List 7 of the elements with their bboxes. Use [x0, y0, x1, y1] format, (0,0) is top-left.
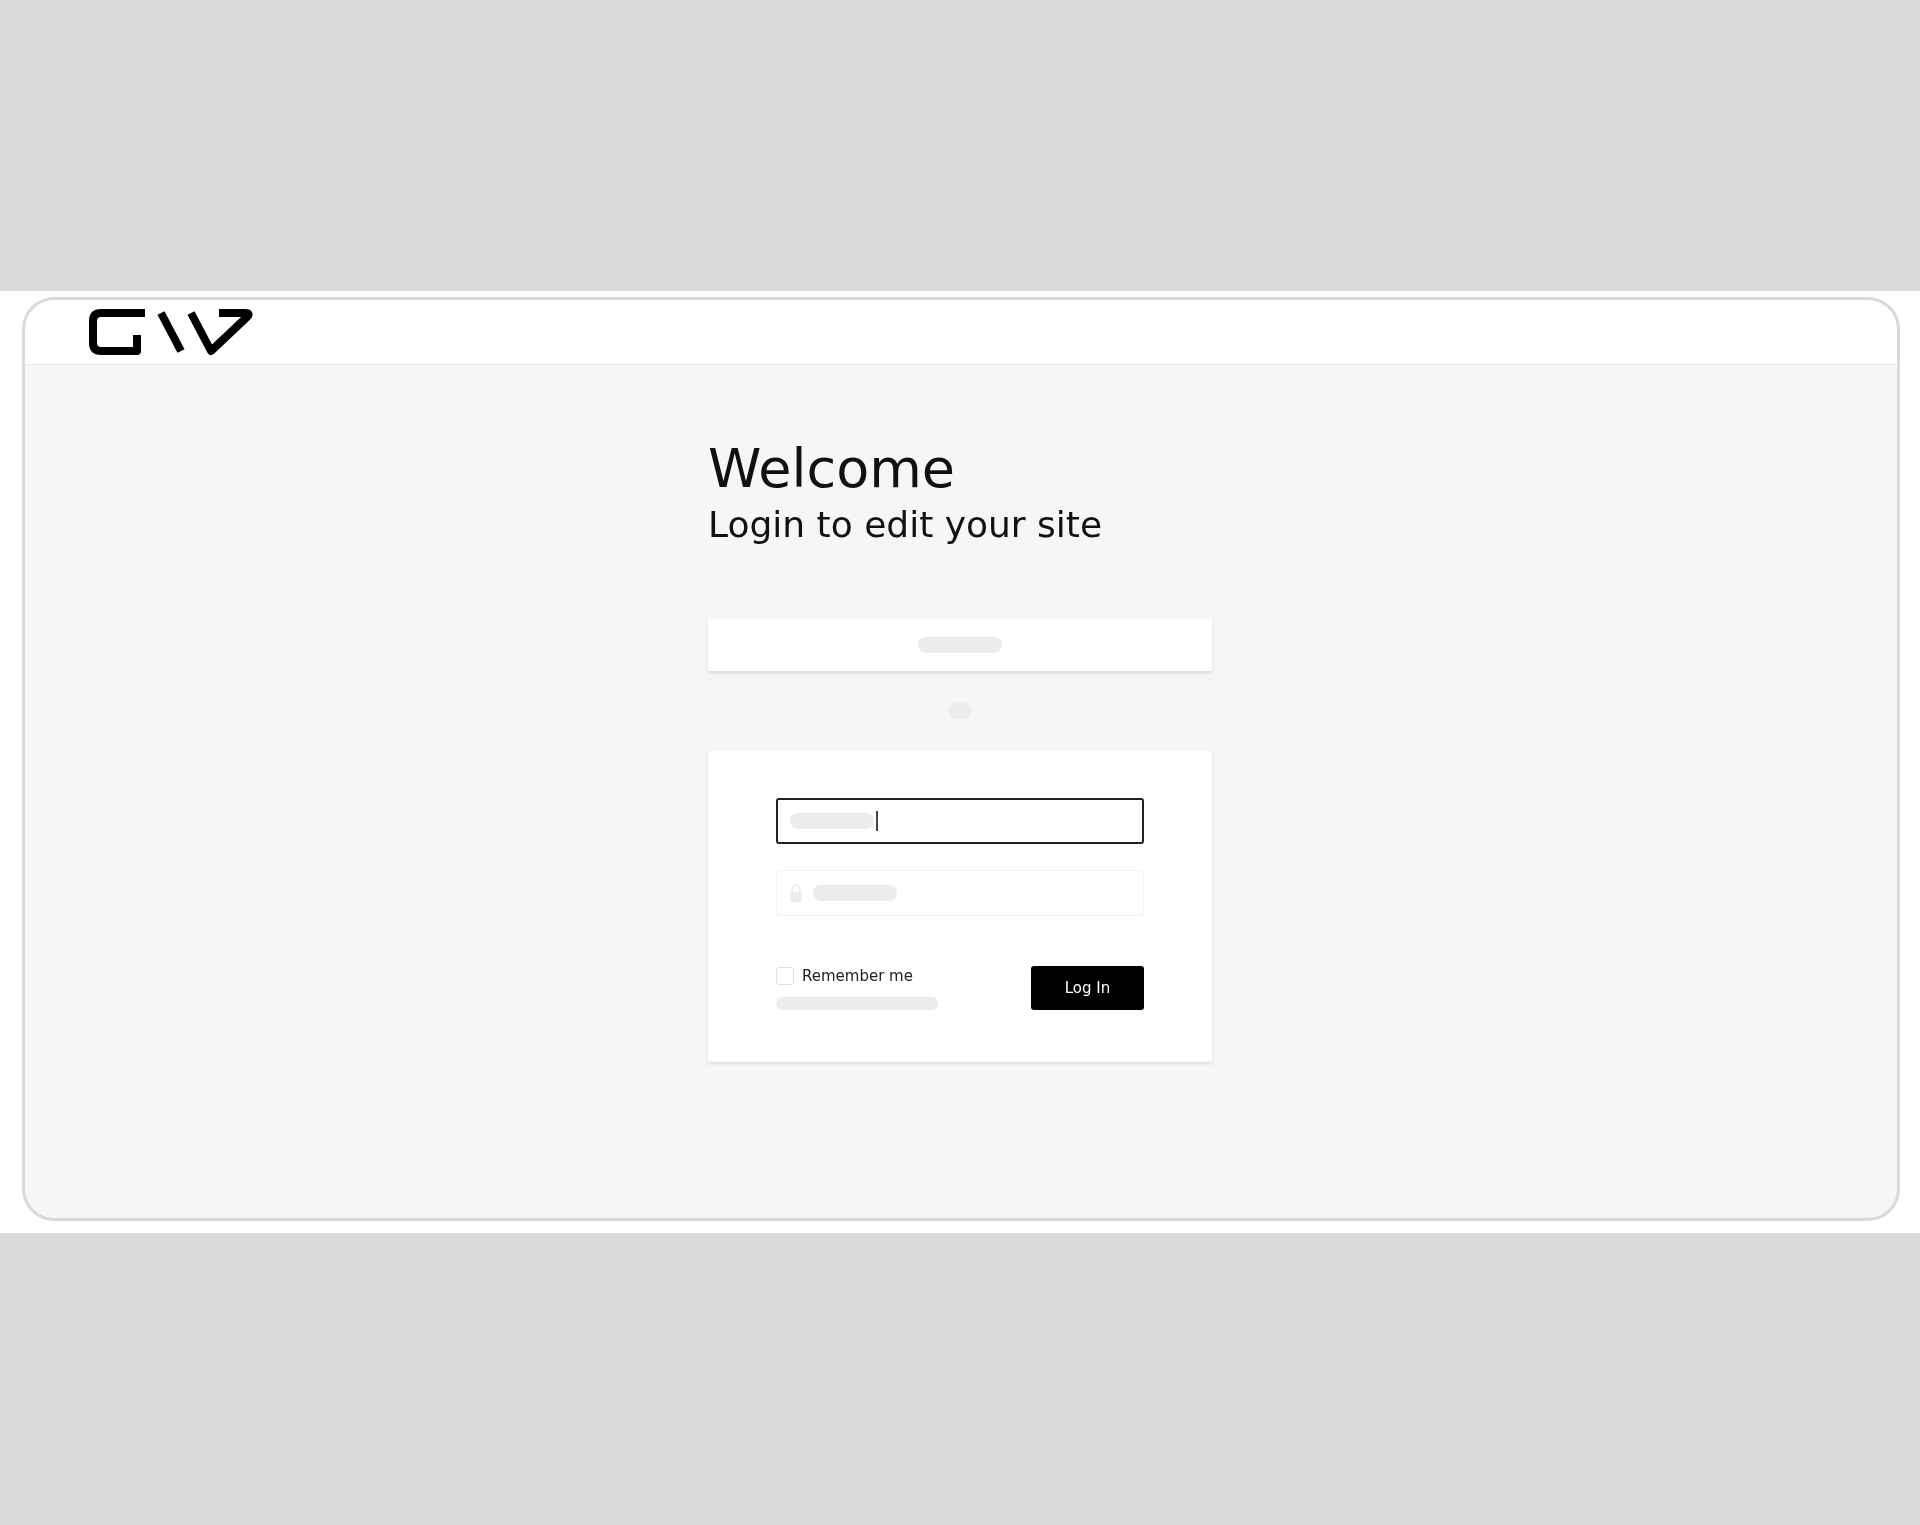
- welcome-title: Welcome: [708, 437, 956, 501]
- username-field[interactable]: [776, 798, 1144, 844]
- welcome-subtitle: Login to edit your site: [708, 503, 1104, 547]
- remember-label: Remember me: [802, 966, 913, 985]
- remember-checkbox[interactable]: [776, 966, 794, 985]
- login-button[interactable]: Log In: [1031, 966, 1144, 1010]
- text-cursor: [876, 811, 878, 831]
